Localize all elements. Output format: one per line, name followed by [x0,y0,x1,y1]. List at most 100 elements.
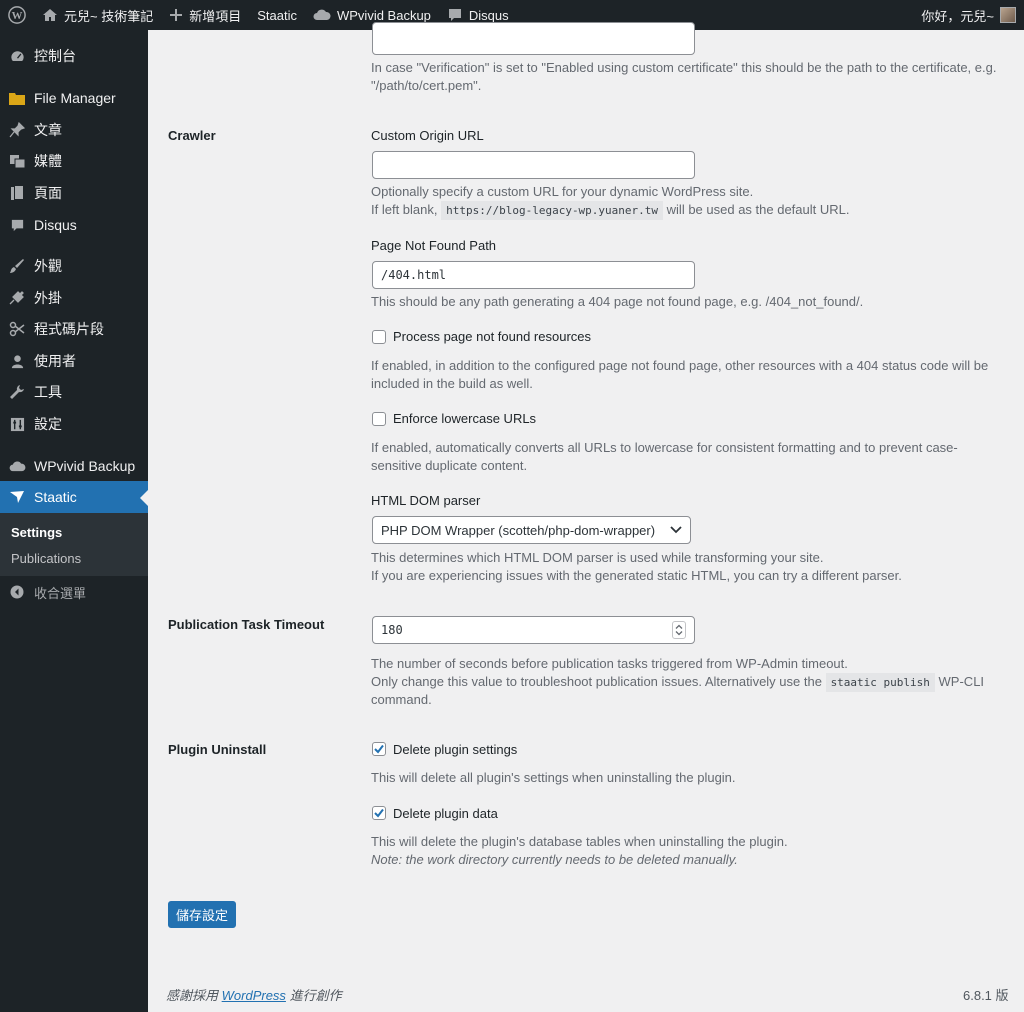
menu-item-plugins[interactable]: 外掛 [0,282,148,314]
new-content-item[interactable]: 新增項目 [161,0,249,30]
avatar [1000,7,1016,23]
page-not-found-path-input[interactable]: /404.html [372,261,695,289]
menu-label: WPvivid Backup [34,458,136,474]
settings-content: In case "Verification" is set to "Enable… [148,22,1024,1012]
page-not-found-path-label: Page Not Found Path [371,238,497,253]
my-account-item[interactable]: 你好，元兒~ [913,0,1024,30]
menu-item-tools[interactable]: 工具 [0,376,148,408]
cloud-icon [313,8,331,22]
footer-thanks-prefix: 感謝採用 [166,988,219,1003]
verification-desc-line2: "/path/to/cert.pem". [371,78,482,93]
collapse-menu-button[interactable]: 收合選單 [0,580,148,604]
site-name: 元兒~ 技術筆記 [64,8,154,24]
checkmark-icon [374,744,384,754]
lowercase-desc-line2: sensitive duplicate content. [371,458,528,473]
collapse-arrow-icon [0,585,34,599]
origin-desc-line1: Optionally specify a custom URL for your… [371,184,754,199]
comment-icon [0,218,34,233]
enforce-lowercase-label[interactable]: Enforce lowercase URLs [393,411,536,426]
page-icon [0,185,34,201]
menu-item-wpvivid[interactable]: WPvivid Backup [0,450,148,482]
menu-label: 工具 [34,384,62,400]
menu-label: 程式碼片段 [34,321,104,337]
staatic-publish-code: staatic publish [825,673,935,692]
submenu-item-settings[interactable]: Settings [11,525,62,540]
greeting: 你好，元兒~ [921,8,994,24]
html-dom-parser-label: HTML DOM parser [371,493,481,508]
dashboard-icon [0,48,34,65]
pin-icon [0,122,34,138]
plugin-uninstall-heading: Plugin Uninstall [168,742,267,757]
admin-menu: 控制台 File Manager 文章 媒體 頁面 Disqus 外觀 外掛 程… [0,30,148,1012]
delete-plugin-data-label[interactable]: Delete plugin data [393,806,498,821]
delete-data-desc-line1: This will delete the plugin's database t… [371,834,788,849]
menu-item-disqus[interactable]: Disqus [0,209,148,241]
menu-label: Disqus [34,217,77,233]
menu-item-appearance[interactable]: 外觀 [0,250,148,282]
site-name-item[interactable]: 元兒~ 技術筆記 [34,0,161,30]
menu-label: 使用者 [34,353,76,369]
staatic-icon [0,490,34,504]
publication-timeout-value: 180 [381,623,403,637]
menu-item-file-manager[interactable]: File Manager [0,82,148,114]
origin-default-url-code: https://blog-legacy-wp.yuaner.tw [441,201,664,220]
menu-item-users[interactable]: 使用者 [0,345,148,377]
folder-icon [0,91,34,105]
enforce-lowercase-checkbox[interactable] [372,412,386,426]
custom-origin-url-input[interactable] [372,151,695,179]
brush-icon [0,258,34,274]
process-not-found-label[interactable]: Process page not found resources [393,329,591,344]
menu-label: 媒體 [34,153,62,169]
user-icon [0,354,34,369]
menu-item-dashboard[interactable]: 控制台 [0,40,148,72]
origin-desc-prefix: If left blank, [371,202,438,217]
publication-timeout-input[interactable]: 180 [372,616,695,644]
comment-icon [447,7,463,23]
delete-plugin-settings-checkbox[interactable] [372,742,386,756]
staatic-bar-item[interactable]: Staatic [249,0,305,30]
timeout-desc-suffix: WP-CLI [938,674,985,689]
lowercase-desc-line1: If enabled, automatically converts all U… [371,440,958,455]
number-spinner-icon[interactable] [672,621,686,639]
menu-item-media[interactable]: 媒體 [0,145,148,177]
wpvivid-bar-label: WPvivid Backup [336,7,431,23]
menu-label: 外觀 [34,258,62,274]
origin-desc-suffix: will be used as the default URL. [666,202,850,217]
staatic-submenu: Settings Publications [0,513,148,576]
certificate-path-input[interactable] [372,22,695,55]
plugin-icon [0,290,34,306]
publication-timeout-heading: Publication Task Timeout [168,617,325,632]
footer-version: 6.8.1 版 [963,988,1009,1003]
process-desc-line1: If enabled, in addition to the configure… [371,358,989,373]
origin-desc-line2: If left blank, https://blog-legacy-wp.yu… [371,201,849,220]
wrench-icon [0,384,34,400]
svg-text:W: W [12,10,23,22]
delete-plugin-settings-label[interactable]: Delete plugin settings [393,742,517,757]
wordpress-link[interactable]: WordPress [222,988,286,1003]
footer-thanks-suffix: 進行創作 [289,988,342,1003]
html-dom-parser-value: PHP DOM Wrapper (scotteh/php-dom-wrapper… [381,522,656,538]
menu-item-staatic[interactable]: Staatic [0,481,148,513]
timeout-desc-line2: Only change this value to troubleshoot p… [371,673,984,692]
menu-item-pages[interactable]: 頁面 [0,177,148,209]
wordpress-logo-icon: W [8,6,26,24]
verification-desc-line1: In case "Verification" is set to "Enable… [371,60,997,75]
timeout-desc-line1: The number of seconds before publication… [371,656,848,671]
wordpress-logo-item[interactable]: W [0,0,34,30]
html-dom-parser-select[interactable]: PHP DOM Wrapper (scotteh/php-dom-wrapper… [372,516,691,544]
delete-data-desc-line2: Note: the work directory currently needs… [371,851,738,869]
save-settings-button[interactable]: 儲存設定 [168,901,236,928]
cloud-icon [0,460,34,473]
delete-plugin-data-checkbox[interactable] [372,806,386,820]
scissors-icon [0,321,34,337]
collapse-label: 收合選單 [34,585,87,601]
menu-item-settings[interactable]: 設定 [0,408,148,440]
menu-item-posts[interactable]: 文章 [0,114,148,146]
parser-desc-line2: If you are experiencing issues with the … [371,568,902,583]
plus-icon [169,8,183,22]
menu-item-snippets[interactable]: 程式碼片段 [0,313,148,345]
page-not-found-path-value: /404.html [381,268,447,282]
process-not-found-checkbox[interactable] [372,330,386,344]
submenu-item-publications[interactable]: Publications [11,551,81,566]
footer-thanks: 感謝採用 WordPress 進行創作 [166,985,342,1004]
